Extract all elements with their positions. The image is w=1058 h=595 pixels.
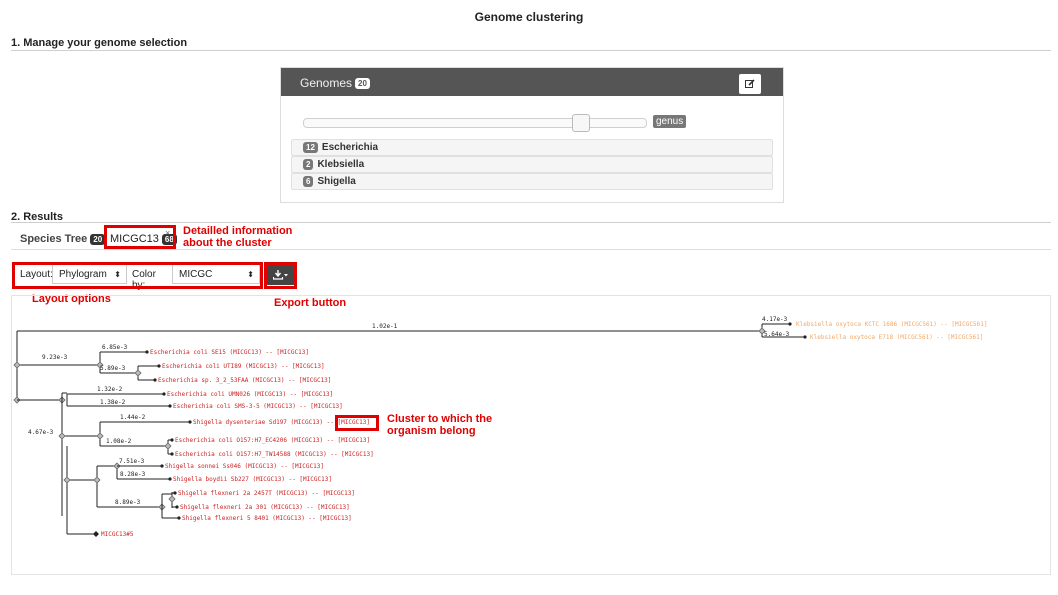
tree-node: [93, 476, 101, 484]
phylogenetic-tree: 1.02e-1 4.17e-3 Klebsiella oxytoca KCTC 16…: [13, 316, 987, 538]
branch-length-label: 8.28e-3: [120, 471, 146, 478]
leaf-dot: [188, 420, 192, 424]
branch-length-label: 5.64e-3: [764, 331, 790, 338]
annotation-cluster-belong: Cluster to which the organism belong: [387, 413, 493, 437]
tree-container: 1.02e-1 4.17e-3 Klebsiella oxytoca KCTC 16…: [11, 295, 1051, 575]
branch-length-label: 1.02e-1: [372, 323, 398, 330]
divider: [11, 50, 1051, 51]
tabs-underline: [11, 249, 1051, 250]
leaf-dot: [153, 378, 157, 382]
genomes-panel: Genomes 20 genus 12 Escherichia 2 Klebsiell…: [280, 67, 784, 203]
leaf-label: MICGC13#5: [101, 531, 134, 538]
branch-length-label: 4.67e-3: [28, 429, 54, 436]
slider-handle[interactable]: [572, 114, 590, 132]
leaf-label: Shigella flexneri 2a 2457T (MICGC13) -- …: [178, 490, 355, 497]
genus-count-badge: 2: [303, 158, 314, 170]
leaf-label: Shigella sonnei Ss046 (MICGC13) -- [MICG…: [165, 463, 324, 470]
level-label: genus: [653, 115, 687, 128]
leaf-label: Escherichia coli UMN026 (MICGC13) -- [MI…: [167, 391, 333, 398]
genomes-title: Genomes 20: [300, 76, 370, 90]
tab-label: Species Tree: [20, 233, 88, 245]
genus-row-klebsiella[interactable]: 2 Klebsiella: [291, 156, 773, 173]
leaf-label: Shigella flexneri 5 8401 (MICGC13) -- [M…: [182, 515, 352, 522]
leaf-label: Shigella boydii Sb227 (MICGC13) -- [MICG…: [173, 476, 332, 483]
tree-node: [13, 361, 21, 369]
tree-node: [164, 442, 172, 450]
clustering-level-slider[interactable]: [303, 118, 647, 128]
leaf-label: Escherichia coli O157:H7_TW14588 (MICGC1…: [175, 451, 374, 458]
genomes-count-badge: 20: [355, 78, 370, 90]
leaf-label: Escherichia coli UTI89 (MICGC13) -- [MIC…: [162, 363, 325, 370]
leaf-label: Escherichia coli SMS-3-5 (MICGC13) -- [M…: [173, 403, 343, 410]
collapsed-node-icon: [93, 531, 99, 537]
branch-length-label: 4.17e-3: [762, 316, 788, 323]
leaf-label: Escherichia coli O157:H7_EC4206 (MICGC13…: [175, 437, 370, 444]
genus-name: Escherichia: [321, 142, 379, 153]
tree-node: [168, 495, 176, 503]
edit-selection-button[interactable]: [739, 74, 761, 94]
annotation-box-cluster-tab: [104, 225, 176, 249]
branch-length-label: 1.32e-2: [97, 386, 123, 393]
leaf-dot: [173, 491, 177, 495]
leaf-dot: [170, 438, 174, 442]
leaf-dot: [145, 350, 149, 354]
section-genome-selection: 1. Manage your genome selection: [11, 37, 188, 49]
annotation-box-cluster-label: [335, 415, 379, 431]
leaf-label: Klebsiella oxytoca E718 (MICGC561) -- [M…: [810, 334, 983, 341]
branch-length-label: 1.38e-2: [100, 399, 126, 406]
genus-name: Shigella: [317, 176, 356, 187]
tab-species-tree[interactable]: Species Tree 20: [20, 230, 106, 249]
leaf-dot: [175, 505, 179, 509]
divider: [11, 222, 1051, 223]
genus-row-escherichia[interactable]: 12 Escherichia: [291, 139, 773, 156]
leaf-dot: [803, 335, 807, 339]
branch-length-label: 5.89e-3: [100, 365, 126, 372]
leaf-dot: [177, 516, 181, 520]
tree-node: [96, 432, 104, 440]
branch-length-label: 7.51e-3: [119, 458, 145, 465]
genus-row-shigella[interactable]: 6 Shigella: [291, 173, 773, 190]
tree-node: [134, 369, 142, 377]
leaf-dot: [168, 477, 172, 481]
branch-length-label: 8.89e-3: [115, 499, 141, 506]
tree-node: [63, 476, 71, 484]
leaf-dot: [170, 452, 174, 456]
tree-node: [58, 432, 66, 440]
leaf-label: Klebsiella oxytoca KCTC 1686 (MICGC561) …: [796, 321, 987, 328]
genus-count-badge: 6: [303, 175, 314, 187]
leaf-label: Escherichia sp. 3_2_53FAA (MICGC13) -- […: [158, 377, 331, 384]
leaf-dot: [157, 364, 161, 368]
annotation-box-export: [264, 262, 297, 289]
branch-length-label: 6.85e-3: [102, 344, 128, 351]
page-title: Genome clustering: [474, 10, 584, 24]
leaf-dot: [788, 322, 792, 326]
annotation-cluster-info: Detailled information about the cluster: [183, 225, 293, 249]
tab-count-badge: 20: [90, 233, 106, 245]
leaf-dot: [168, 404, 172, 408]
leaf-dot: [162, 392, 166, 396]
branch-length-label: 1.08e-2: [106, 438, 132, 445]
branch-length-label: 9.23e-3: [42, 354, 68, 361]
leaf-label: Shigella flexneri 2a 301 (MICGC13) -- [M…: [180, 504, 350, 511]
leaf-dot: [160, 464, 164, 468]
branch-length-label: 1.44e-2: [120, 414, 146, 421]
annotation-box-layout: [12, 262, 263, 289]
genus-name: Klebsiella: [317, 159, 365, 170]
leaf-label: Escherichia coli SE15 (MICGC13) -- [MICG…: [150, 349, 309, 356]
pencil-square-icon: [745, 79, 755, 88]
genus-count-badge: 12: [303, 141, 318, 153]
genomes-panel-header: Genomes 20: [281, 68, 783, 96]
